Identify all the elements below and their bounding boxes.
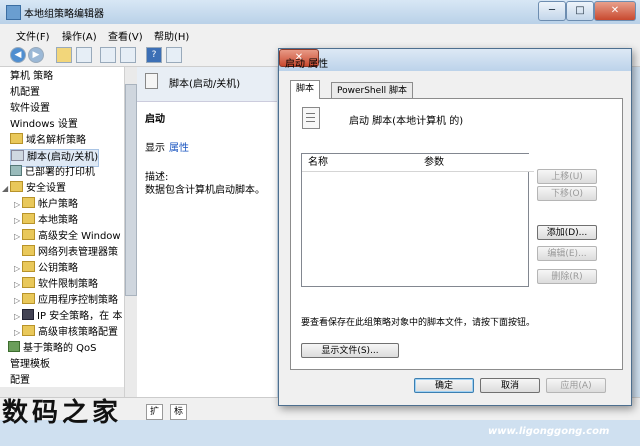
expand-icon[interactable]: ▷	[14, 325, 22, 341]
scripts-list[interactable]: 名称 参数	[301, 153, 534, 287]
ip-security-icon	[22, 309, 34, 320]
expand-icon[interactable]: ▷	[14, 309, 22, 325]
remove-button[interactable]: 删除(R)	[537, 269, 597, 284]
add-button[interactable]: 添加(D)...	[537, 225, 597, 240]
script-icon	[11, 150, 24, 161]
show-files-button[interactable]: 显示文件(S)...	[301, 343, 399, 358]
folder-icon	[10, 133, 23, 144]
folder-up-icon[interactable]	[56, 47, 72, 63]
tree-item[interactable]: 基于策略的 QoS	[8, 341, 97, 357]
tree-item[interactable]: ▷ 帐户策略	[14, 197, 78, 213]
script-icon	[145, 73, 158, 89]
back-icon[interactable]: ◀	[10, 47, 26, 63]
tree-item[interactable]: ▷ 应用程序控制策略	[14, 293, 118, 309]
help-icon[interactable]: ?	[146, 47, 162, 63]
window-title: 本地组策略编辑器	[24, 9, 104, 20]
edit-button[interactable]: 编辑(E)...	[537, 246, 597, 261]
export-icon[interactable]	[120, 47, 136, 63]
script-icon	[302, 107, 320, 129]
tree-item[interactable]: ◢ 安全设置	[2, 181, 66, 197]
tree-item[interactable]: 软件设置	[10, 101, 50, 117]
folder-icon	[22, 213, 35, 224]
app-icon	[6, 5, 21, 20]
expand-icon[interactable]: ▷	[14, 277, 22, 293]
menu-bar: 文件(F) 操作(A) 查看(V) 帮助(H)	[0, 24, 640, 45]
folder-icon	[22, 277, 35, 288]
tab-extended[interactable]: 扩	[146, 404, 164, 420]
tree-item[interactable]: 机配置	[10, 85, 40, 101]
tree-item[interactable]: Windows 设置	[10, 117, 78, 133]
description-text: 数据包含计算机启动脚本。	[145, 185, 265, 196]
maximize-button[interactable]: □	[566, 1, 594, 21]
show-label: 显示	[145, 143, 165, 154]
properties-dialog: 启动 属性 ✕ 脚本 PowerShell 脚本 启动 脚本(本地计算机 的) …	[278, 48, 632, 406]
tree-item[interactable]: 管理模板	[10, 357, 50, 373]
tree-item[interactable]: 域名解析策略	[10, 133, 86, 149]
folder-icon	[22, 293, 35, 304]
folder-icon	[22, 261, 35, 272]
expand-icon[interactable]: ▷	[14, 197, 22, 213]
folder-icon	[22, 197, 35, 208]
properties-icon[interactable]	[166, 47, 182, 63]
folder-icon	[22, 245, 35, 256]
close-button[interactable]: ✕	[594, 1, 636, 21]
column-header-params[interactable]: 参数	[418, 154, 534, 172]
collapse-icon[interactable]: ◢	[2, 181, 10, 197]
tree-item[interactable]: 配置	[10, 373, 30, 387]
tree-item[interactable]: ▷ 软件限制策略	[14, 277, 98, 293]
ok-button[interactable]: 确定	[414, 378, 474, 393]
qos-chart-icon	[8, 341, 20, 352]
cancel-button[interactable]: 取消	[480, 378, 540, 393]
tree-item[interactable]: ▷ 高级安全 Window	[14, 229, 121, 245]
info-text: 要查看保存在此组策略对象中的脚本文件，请按下面按钮。	[301, 318, 536, 328]
dialog-title: 启动 属性	[285, 59, 329, 70]
tree-item[interactable]: ▷ IP 安全策略，在 本	[14, 309, 122, 325]
watermark-text: 数码之家	[2, 398, 123, 428]
tab-scripts[interactable]: 脚本	[290, 80, 321, 99]
tree-item[interactable]: 算机 策略	[10, 69, 53, 85]
menu-action[interactable]: 操作(A)	[62, 28, 97, 43]
tab-powershell-scripts[interactable]: PowerShell 脚本	[331, 82, 414, 99]
site-watermark: www.ligonggong.com	[488, 426, 610, 437]
printer-icon	[10, 165, 22, 176]
title-bar: 本地组策略编辑器 ─ □ ✕	[0, 0, 640, 24]
expand-icon[interactable]: ▷	[14, 229, 22, 245]
tab-standard[interactable]: 标	[170, 404, 188, 420]
tree-item[interactable]: 网络列表管理器策	[14, 245, 118, 261]
apply-button[interactable]: 应用(A)	[546, 378, 606, 393]
policy-tree: 算机 策略 机配置 软件设置 Windows 设置 域名解析策略 脚本(启动/关…	[0, 67, 124, 387]
move-up-button[interactable]: 上移(U)	[537, 169, 597, 184]
details-title: 脚本(启动/关机)	[169, 79, 241, 90]
scripts-heading: 启动 脚本(本地计算机 的)	[349, 116, 464, 127]
expand-icon[interactable]: ▷	[14, 293, 22, 309]
copy-icon[interactable]	[100, 47, 116, 63]
show-tree-icon[interactable]	[76, 47, 92, 63]
tree-scrollbar-thumb[interactable]	[125, 84, 137, 296]
folder-icon	[10, 181, 23, 192]
tree-item[interactable]: 已部署的打印机	[10, 165, 95, 181]
menu-file[interactable]: 文件(F)	[16, 28, 50, 43]
expand-icon[interactable]: ▷	[14, 213, 22, 229]
menu-help[interactable]: 帮助(H)	[154, 28, 189, 43]
properties-link[interactable]: 属性	[169, 139, 189, 154]
forward-icon[interactable]: ▶	[28, 47, 44, 63]
details-header: 脚本(启动/关机)	[137, 67, 277, 102]
folder-icon	[22, 229, 35, 240]
menu-view[interactable]: 查看(V)	[108, 28, 143, 43]
tree-item[interactable]: ▷ 本地策略	[14, 213, 78, 229]
expand-icon[interactable]: ▷	[14, 261, 22, 277]
item-name: 启动	[145, 114, 165, 125]
column-header-name[interactable]: 名称	[302, 154, 419, 172]
move-down-button[interactable]: 下移(O)	[537, 186, 597, 201]
dialog-title-bar: 启动 属性 ✕	[279, 49, 631, 71]
folder-icon	[22, 325, 35, 336]
minimize-button[interactable]: ─	[538, 1, 566, 21]
tree-item[interactable]: ▷ 公钥策略	[14, 261, 78, 277]
tree-item[interactable]: ▷ 高级审核策略配置	[14, 325, 118, 341]
